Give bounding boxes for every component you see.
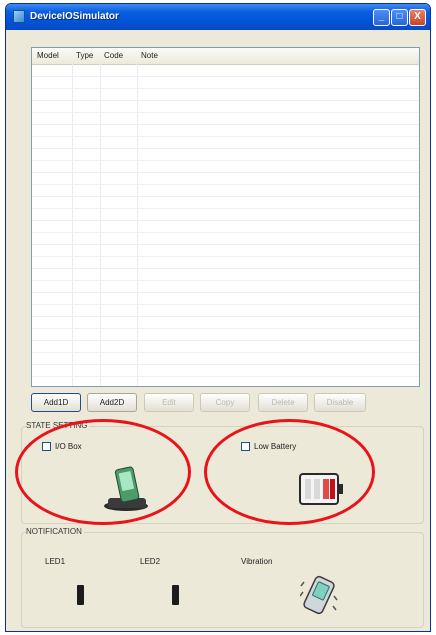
list-gridline — [32, 88, 419, 89]
close-button[interactable]: X — [409, 9, 426, 26]
title-bar[interactable]: DeviceIOSimulator _ □ X — [6, 4, 430, 30]
led2-label: LED2 — [140, 557, 161, 566]
list-gridline — [32, 256, 419, 257]
vibration-label: Vibration — [241, 557, 273, 566]
device-list[interactable]: Model Type Code Note — [31, 47, 420, 387]
led2-indicator — [172, 585, 179, 605]
list-gridline — [32, 328, 419, 329]
list-header: Model Type Code Note — [32, 48, 419, 65]
list-gridline — [32, 100, 419, 101]
disable-button[interactable]: Disable — [314, 393, 366, 412]
app-icon — [13, 10, 25, 23]
list-gridline — [32, 124, 419, 125]
list-gridline — [32, 340, 419, 341]
list-gridline — [32, 268, 419, 269]
list-gridline — [32, 184, 419, 185]
minimize-button[interactable]: _ — [373, 9, 390, 26]
delete-button[interactable]: Delete — [258, 393, 308, 412]
list-gridline — [32, 220, 419, 221]
list-gridline — [32, 232, 419, 233]
add1d-button[interactable]: Add1D — [31, 393, 81, 412]
list-gridline — [32, 280, 419, 281]
notification-label: NOTIFICATION — [26, 527, 84, 536]
list-gridline — [32, 304, 419, 305]
led1-label: LED1 — [45, 557, 66, 566]
column-type[interactable]: Type — [76, 51, 93, 60]
list-gridline — [32, 172, 419, 173]
column-note[interactable]: Note — [141, 51, 158, 60]
highlight-circle-low-battery — [204, 419, 375, 525]
column-model[interactable]: Model — [37, 51, 59, 60]
list-gridline — [32, 208, 419, 209]
list-gridline — [32, 76, 419, 77]
maximize-button[interactable]: □ — [391, 9, 408, 26]
main-window: DeviceIOSimulator _ □ X Model Type Code … — [5, 3, 431, 632]
led1-indicator — [77, 585, 84, 605]
list-gridline — [32, 148, 419, 149]
highlight-circle-io-box — [15, 419, 191, 525]
notification-group — [21, 532, 424, 628]
add2d-button[interactable]: Add2D — [87, 393, 137, 412]
list-gridline — [32, 364, 419, 365]
copy-button[interactable]: Copy — [200, 393, 250, 412]
list-gridline — [32, 316, 419, 317]
list-gridline — [32, 244, 419, 245]
list-gridline — [32, 376, 419, 377]
list-gridline — [32, 292, 419, 293]
list-gridline — [32, 352, 419, 353]
list-gridline — [32, 112, 419, 113]
column-code[interactable]: Code — [104, 51, 123, 60]
list-gridline — [32, 196, 419, 197]
edit-button[interactable]: Edit — [144, 393, 194, 412]
list-gridline — [32, 136, 419, 137]
window-title: DeviceIOSimulator — [30, 11, 119, 22]
vibrating-device-icon — [300, 575, 338, 615]
list-gridline — [32, 160, 419, 161]
